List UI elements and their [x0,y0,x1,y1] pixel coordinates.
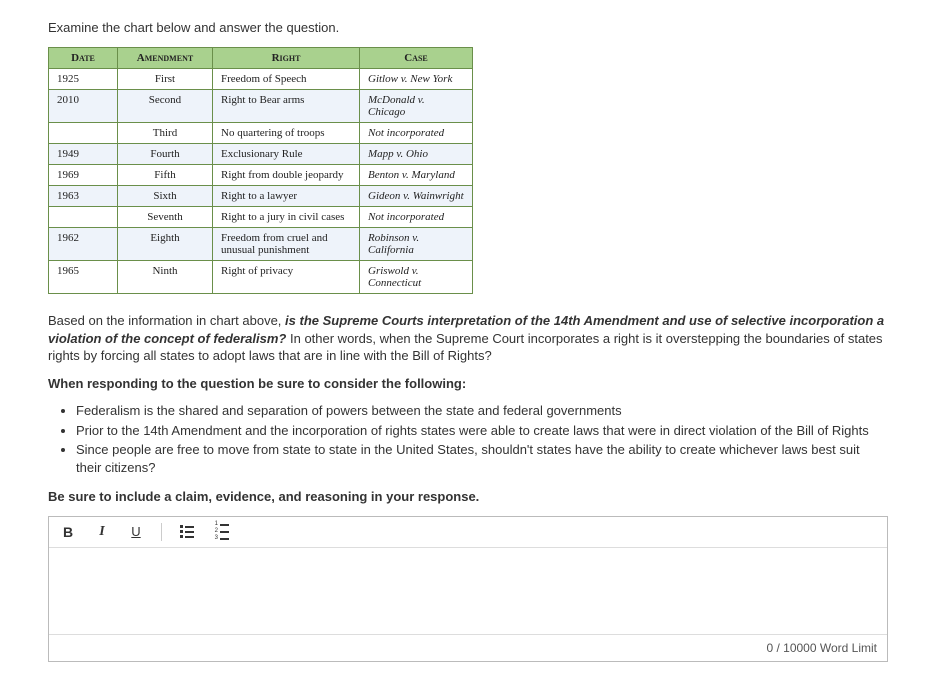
cell-date: 1963 [49,186,118,207]
response-textarea[interactable] [49,548,887,634]
intro-text: Examine the chart below and answer the q… [48,20,888,35]
cell-amendment: Eighth [118,228,213,261]
cell-amendment: Fourth [118,144,213,165]
table-row: 2010SecondRight to Bear armsMcDonald v. … [49,90,473,123]
question-prompt: Based on the information in chart above,… [48,312,888,506]
cell-date: 1962 [49,228,118,261]
col-date: Date [49,48,118,69]
response-editor: B I U 1 2 3 0 / 10000 Word Limit [48,516,888,662]
cell-case: Benton v. Maryland [360,165,473,186]
col-case: Case [360,48,473,69]
cell-case: Gideon v. Wainwright [360,186,473,207]
cell-case: Not incorporated [360,123,473,144]
cell-right: Freedom of Speech [213,69,360,90]
numbered-list-icon: 1 2 3 [213,522,229,541]
bullet-list-icon [180,525,194,538]
cell-case: Mapp v. Ohio [360,144,473,165]
bold-button[interactable]: B [59,523,77,541]
cell-amendment: Seventh [118,207,213,228]
cell-amendment: Second [118,90,213,123]
cell-amendment: Third [118,123,213,144]
word-count: 0 / 10000 Word Limit [49,634,887,661]
list-item: Since people are free to move from state… [76,441,888,476]
cell-right: Right of privacy [213,261,360,294]
col-right: Right [213,48,360,69]
incorporation-chart: Date Amendment Right Case 1925FirstFreed… [48,47,473,294]
cell-date: 1949 [49,144,118,165]
ordered-list-button[interactable]: 1 2 3 [212,523,230,541]
prompt-leadin: Based on the information in chart above, [48,313,285,328]
editor-toolbar: B I U 1 2 3 [49,517,887,548]
table-row: 1949FourthExclusionary RuleMapp v. Ohio [49,144,473,165]
italic-button[interactable]: I [93,523,111,541]
table-row: 1963SixthRight to a lawyerGideon v. Wain… [49,186,473,207]
table-row: 1969FifthRight from double jeopardyBento… [49,165,473,186]
cell-right: Right from double jeopardy [213,165,360,186]
toolbar-divider [161,523,162,541]
cell-date [49,123,118,144]
col-amendment: Amendment [118,48,213,69]
cell-date: 1965 [49,261,118,294]
table-row: 1925FirstFreedom of SpeechGitlow v. New … [49,69,473,90]
list-item: Federalism is the shared and separation … [76,402,888,420]
list-item: Prior to the 14th Amendment and the inco… [76,422,888,440]
table-row: ThirdNo quartering of troopsNot incorpor… [49,123,473,144]
cell-amendment: First [118,69,213,90]
cell-right: Right to Bear arms [213,90,360,123]
cell-date: 1925 [49,69,118,90]
cell-right: Freedom from cruel and unusual punishmen… [213,228,360,261]
cell-right: Right to a lawyer [213,186,360,207]
cell-case: Not incorporated [360,207,473,228]
consider-heading: When responding to the question be sure … [48,375,888,393]
cell-right: Right to a jury in civil cases [213,207,360,228]
cell-date [49,207,118,228]
cell-date: 1969 [49,165,118,186]
cell-case: Griswold v. Connecticut [360,261,473,294]
cell-right: Exclusionary Rule [213,144,360,165]
unordered-list-button[interactable] [178,523,196,541]
cell-right: No quartering of troops [213,123,360,144]
underline-button[interactable]: U [127,523,145,541]
closing-instruction: Be sure to include a claim, evidence, an… [48,488,888,506]
cell-date: 2010 [49,90,118,123]
table-row: 1962EighthFreedom from cruel and unusual… [49,228,473,261]
consider-list: Federalism is the shared and separation … [48,402,888,476]
cell-case: McDonald v. Chicago [360,90,473,123]
table-row: SeventhRight to a jury in civil casesNot… [49,207,473,228]
cell-case: Gitlow v. New York [360,69,473,90]
cell-amendment: Ninth [118,261,213,294]
cell-amendment: Sixth [118,186,213,207]
cell-amendment: Fifth [118,165,213,186]
cell-case: Robinson v. California [360,228,473,261]
table-row: 1965NinthRight of privacyGriswold v. Con… [49,261,473,294]
